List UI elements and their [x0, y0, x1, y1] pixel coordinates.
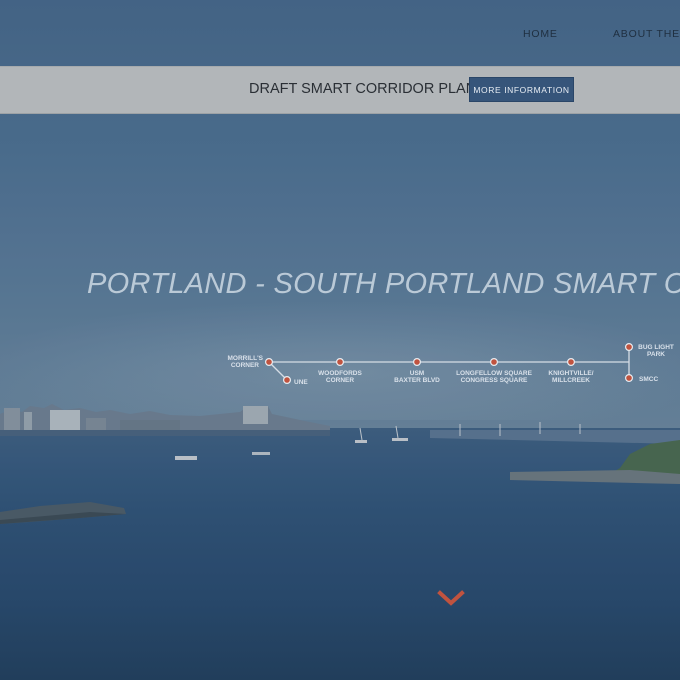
stop-usm: [413, 358, 422, 367]
stop-une: [283, 376, 292, 385]
stop-label: SMCC: [639, 376, 658, 383]
stop-label: UNE: [294, 379, 308, 386]
stop-smcc: [624, 374, 633, 383]
nav-about[interactable]: ABOUT THE S: [613, 28, 680, 40]
stop-label: PARK: [647, 351, 665, 358]
announcement-banner: DRAFT SMART CORRIDOR PLAN MORE INFORMATI…: [0, 66, 680, 114]
route-map: MORRILL'S CORNER UNE WOODFORDS CORNER US…: [228, 343, 674, 386]
stop-knightville: [566, 358, 575, 367]
stop-bug-light-park: [624, 343, 633, 352]
nav-home[interactable]: HOME: [523, 28, 558, 40]
stop-longfellow-square: [490, 358, 499, 367]
stop-label: CORNER: [326, 377, 354, 384]
stop-label: BAXTER BLVD: [394, 377, 440, 384]
stop-label: MORRILL'S: [228, 355, 264, 362]
stop-morrills-corner: [265, 358, 274, 367]
top-nav: HOME ABOUT THE S: [0, 0, 680, 66]
hero-title: PORTLAND - SOUTH PORTLAND SMART CORRI: [87, 268, 680, 300]
stop-woodfords-corner: [336, 358, 345, 367]
stop-label: MILLCREEK: [552, 377, 590, 384]
stop-label: CONGRESS SQUARE: [461, 377, 528, 384]
stop-label: USM: [410, 370, 424, 377]
stop-label: KNIGHTVILLE/: [548, 370, 593, 377]
chevron-down-icon[interactable]: [437, 589, 465, 607]
stop-label: WOODFORDS: [318, 370, 362, 377]
stop-label: LONGFELLOW SQUARE: [456, 370, 532, 377]
stop-label: CORNER: [231, 362, 259, 369]
banner-title: DRAFT SMART CORRIDOR PLAN: [249, 81, 477, 97]
more-information-button[interactable]: MORE INFORMATION: [469, 77, 574, 102]
stop-label: BUG LIGHT: [638, 344, 674, 351]
